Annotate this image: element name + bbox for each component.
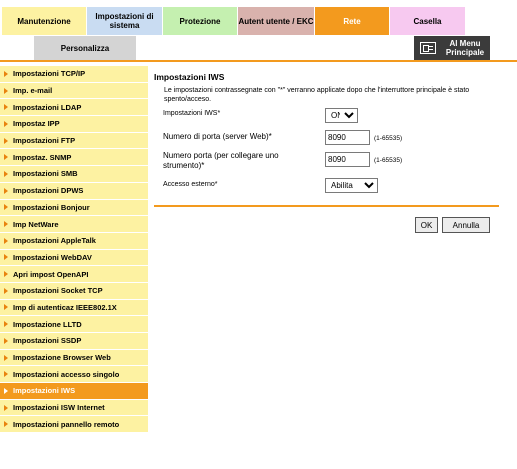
arrow-right-icon [4,421,8,428]
sidebar-item[interactable]: Impostazioni FTP [0,132,148,150]
arrow-right-icon [4,237,8,244]
tab-casella[interactable]: Casella [390,7,466,35]
sidebar-item[interactable]: Apri impost OpenAPI [0,266,148,283]
sidebar-item-label: Impostazione LLTD [13,319,82,329]
sidebar-item-label: Impostazione Browser Web [13,353,111,363]
arrow-right-icon [4,120,8,127]
sidebar-item[interactable]: Impostazioni Bonjour [0,199,148,217]
arrow-right-icon [4,287,8,294]
page-title: Impostazioni IWS [154,72,225,82]
sidebar-item[interactable]: Impostazioni SSDP [0,333,148,350]
sidebar-item[interactable]: Impostazioni IWS [0,383,148,400]
sidebar-item-label: Impostazioni FTP [13,136,76,146]
port-web-label: Numero di porta (server Web)* [163,132,272,141]
arrow-right-icon [4,404,8,411]
sidebar-item-label: Impostaz IPP [13,119,60,129]
sidebar-item-label: Imp di autenticaz IEEE802.1X [13,302,117,312]
sidebar-item[interactable]: Impostazioni DPWS [0,182,148,200]
sidebar-item[interactable]: Impostazioni LDAP [0,99,148,117]
main-menu-label: Al Menu Principale [445,39,485,57]
menu-icon [420,42,436,54]
sidebar-item-label: Imp NetWare [13,219,59,229]
arrow-right-icon [4,87,8,94]
arrow-right-icon [4,304,8,311]
external-row: Accesso esterno* [163,181,217,188]
tab-autent-utente[interactable]: Autent utente / EKC [238,7,315,35]
tab-rete[interactable]: Rete [315,7,390,35]
sidebar-item[interactable]: Impostaz IPP [0,116,148,133]
sidebar-item-label: Impostazioni Socket TCP [13,286,103,296]
port-tool-label: Numero porta (per collegare uno strument… [163,151,279,170]
form-divider [154,205,499,207]
arrow-right-icon [4,154,8,161]
sidebar-item-label: Impostazioni SMB [13,169,78,179]
sidebar-item[interactable]: Impostazione LLTD [0,316,148,333]
port-tool-range: (1-65535) [374,157,403,164]
restart-note: Le impostazioni contrassegnate con "*" v… [164,87,470,103]
main-menu-button[interactable]: Al Menu Principale [414,36,490,60]
port-tool-input[interactable] [325,152,370,167]
tab-impostazioni-sistema[interactable]: Impostazioni di sistema [87,7,163,35]
sidebar-item-label: Impostazioni AppleTalk [13,236,96,246]
sidebar-item-label: Impostazioni Bonjour [13,202,90,212]
sidebar-item[interactable]: Impostazioni WebDAV [0,249,148,267]
sidebar-item-label: Impostazioni IWS [13,386,76,396]
sidebar-item-label: Impostaz. SNMP [13,152,72,162]
port-web-range: (1-65535) [374,135,403,142]
sidebar-item[interactable]: Impostazioni TCP/IP [0,66,148,83]
port-web-input[interactable] [325,130,370,145]
arrow-right-icon [4,187,8,194]
iws-select[interactable]: ONOFF [325,108,358,123]
arrow-right-icon [4,337,8,344]
sidebar-item-label: Impostazioni LDAP [13,102,82,112]
sidebar-item[interactable]: Impostaz. SNMP [0,149,148,167]
arrow-right-icon [4,170,8,177]
sidebar-item-label: Impostazioni pannello remoto [13,419,120,429]
sidebar-item[interactable]: Impostazioni SMB [0,166,148,183]
sidebar-item-label: Impostazioni DPWS [13,186,84,196]
main-content: Impostazioni IWS Le impostazioni contras… [154,66,494,104]
ok-button[interactable]: OK [415,217,438,233]
sidebar-item[interactable]: Impostazioni ISW Internet [0,399,148,417]
cancel-button[interactable]: Annulla [442,217,490,233]
sidebar-item-label: Impostazioni accesso singolo [13,369,120,379]
iws-label: Impostazioni IWS* [163,110,221,117]
arrow-right-icon [4,387,8,394]
arrow-right-icon [4,354,8,361]
tab-manutenzione[interactable]: Manutenzione [2,7,87,35]
sidebar-item-label: Impostazioni ISW Internet [13,403,105,413]
sidebar-item-label: Imp. e-mail [13,86,53,96]
arrow-right-icon [4,70,8,77]
iws-row: Impostazioni IWS* [163,110,220,117]
sidebar-item[interactable]: Imp NetWare [0,216,148,233]
sidebar: Impostazioni TCP/IP Imp. e-mail Impostazio… [0,66,148,434]
sidebar-item[interactable]: Imp. e-mail [0,82,148,100]
header-divider [0,60,517,62]
sidebar-item[interactable]: Imp di autenticaz IEEE802.1X [0,299,148,317]
arrow-right-icon [4,137,8,144]
arrow-right-icon [4,321,8,328]
sidebar-item-label: Impostazioni SSDP [13,336,82,346]
arrow-right-icon [4,204,8,211]
sidebar-item[interactable]: Impostazione Browser Web [0,349,148,367]
sidebar-item-label: Impostazioni TCP/IP [13,69,86,79]
sidebar-item-label: Impostazioni WebDAV [13,252,92,262]
port-tool-row: Numero porta (per collegare uno strument… [163,151,303,170]
arrow-right-icon [4,371,8,378]
sidebar-item[interactable]: Impostazioni accesso singolo [0,366,148,384]
external-label: Accesso esterno* [163,181,218,188]
arrow-right-icon [4,271,8,278]
port-web-row: Numero di porta (server Web)* [163,132,272,142]
sidebar-item-label: Apri impost OpenAPI [13,269,89,279]
sidebar-item[interactable]: Impostazioni pannello remoto [0,416,148,434]
external-access-select[interactable]: AbilitaDisabilita [325,178,378,193]
arrow-right-icon [4,104,8,111]
tab-personalizza[interactable]: Personalizza [34,36,136,60]
tab-protezione[interactable]: Protezione [163,7,238,35]
sidebar-item[interactable]: Impostazioni AppleTalk [0,232,148,250]
sidebar-item[interactable]: Impostazioni Socket TCP [0,282,148,300]
arrow-right-icon [4,221,8,228]
arrow-right-icon [4,254,8,261]
